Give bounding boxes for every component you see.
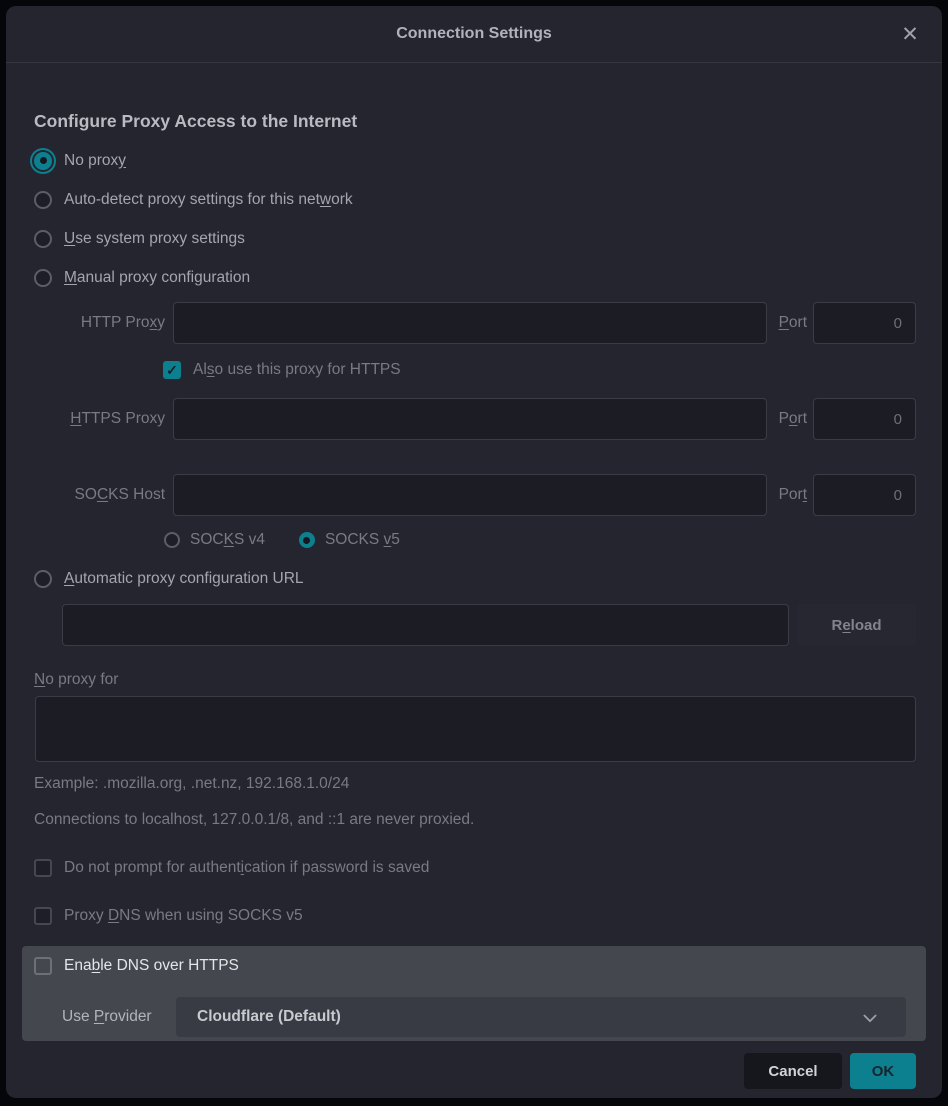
radio-label: Auto-detect proxy settings for this netw…: [64, 191, 353, 209]
socks-host-label: SOCKS Host: [28, 486, 169, 504]
reload-button: Reload: [797, 604, 916, 646]
socks-host-row: SOCKS Host Port: [28, 474, 916, 516]
socks-v4-label: SOCKS v4: [190, 531, 265, 549]
https-proxy-label: HTTPS Proxy: [28, 410, 169, 428]
radio-button[interactable]: [34, 191, 52, 209]
proxy-mode-radios: No proxy Auto-detect proxy settings for …: [28, 141, 916, 297]
no-proxy-for-label: No proxy for: [28, 670, 916, 690]
enable-doh-row[interactable]: Enable DNS over HTTPS: [34, 955, 906, 977]
dialog-footer: Cancel OK: [28, 1053, 916, 1089]
check-icon: ✓: [166, 361, 178, 379]
radio-button[interactable]: [34, 269, 52, 287]
radio-manual[interactable]: Manual proxy configuration: [28, 258, 916, 297]
no-prompt-auth-checkbox: [34, 859, 52, 877]
no-proxy-example: Example: .mozilla.org, .net.nz, 192.168.…: [28, 774, 916, 794]
share-proxy-label: Also use this proxy for HTTPS: [193, 361, 401, 379]
connection-settings-dialog: Connection Settings ✕ Configure Proxy Ac…: [6, 6, 942, 1098]
enable-doh-checkbox[interactable]: [34, 957, 52, 975]
radio-label: Manual proxy configuration: [64, 269, 250, 287]
https-port-label: Port: [767, 410, 813, 428]
dialog-title: Connection Settings: [396, 25, 552, 43]
radio-auto-detect[interactable]: Auto-detect proxy settings for this netw…: [28, 180, 916, 219]
radio-label: No proxy: [64, 152, 126, 170]
no-proxy-for-textarea: [35, 696, 916, 762]
no-proxy-note: Connections to localhost, 127.0.0.1/8, a…: [28, 810, 916, 830]
proxy-dns-label: Proxy DNS when using SOCKS v5: [64, 907, 303, 925]
socks-version-row: SOCKS v4 SOCKS v5: [28, 529, 916, 551]
provider-selected-value: Cloudflare (Default): [197, 1008, 341, 1026]
radio-button[interactable]: [34, 230, 52, 248]
proxy-dns-checkbox: [34, 907, 52, 925]
dns-over-https-section: Enable DNS over HTTPS Use Provider Cloud…: [22, 946, 926, 1041]
provider-row: Use Provider Cloudflare (Default): [34, 997, 906, 1037]
no-prompt-auth-row: Do not prompt for authentication if pass…: [28, 856, 916, 880]
section-heading: Configure Proxy Access to the Internet: [34, 109, 916, 133]
provider-select[interactable]: Cloudflare (Default): [176, 997, 906, 1037]
https-proxy-row: HTTPS Proxy Port: [28, 398, 916, 440]
radio-label: Use system proxy settings: [64, 230, 245, 248]
enable-doh-label: Enable DNS over HTTPS: [64, 957, 239, 975]
chevron-down-icon: [860, 1008, 880, 1028]
http-proxy-input: [173, 302, 767, 344]
radio-button[interactable]: [34, 152, 52, 170]
radio-no-proxy[interactable]: No proxy: [28, 141, 916, 180]
http-proxy-row: HTTP Proxy Port: [28, 302, 916, 344]
provider-label: Use Provider: [34, 1008, 176, 1026]
radio-button[interactable]: [34, 570, 52, 588]
auto-config-url-input: [62, 604, 789, 646]
dialog-titlebar: Connection Settings ✕: [6, 6, 942, 63]
dialog-content: Configure Proxy Access to the Internet N…: [6, 109, 942, 1089]
ok-button[interactable]: OK: [850, 1053, 916, 1089]
socks-host-input: [173, 474, 767, 516]
radio-label: Automatic proxy configuration URL: [64, 570, 304, 588]
radio-use-system[interactable]: Use system proxy settings: [28, 219, 916, 258]
proxy-dns-row: Proxy DNS when using SOCKS v5: [28, 904, 916, 928]
close-icon[interactable]: ✕: [896, 20, 924, 48]
https-port-input: [813, 398, 916, 440]
http-proxy-label: HTTP Proxy: [28, 314, 169, 332]
https-proxy-input: [173, 398, 767, 440]
socks-port-label: Port: [767, 486, 813, 504]
radio-socks-v5: [299, 532, 315, 548]
auto-config-url-row: Reload: [28, 604, 916, 646]
share-proxy-checkbox-row: ✓ Also use this proxy for HTTPS: [28, 358, 916, 382]
http-port-label: Port: [767, 314, 813, 332]
http-port-input: [813, 302, 916, 344]
share-proxy-checkbox: ✓: [163, 361, 181, 379]
socks-v5-label: SOCKS v5: [325, 531, 400, 549]
radio-auto-url[interactable]: Automatic proxy configuration URL: [28, 559, 916, 598]
cancel-button[interactable]: Cancel: [744, 1053, 842, 1089]
no-prompt-auth-label: Do not prompt for authentication if pass…: [64, 859, 429, 877]
radio-socks-v4: [164, 532, 180, 548]
socks-port-input: [813, 474, 916, 516]
